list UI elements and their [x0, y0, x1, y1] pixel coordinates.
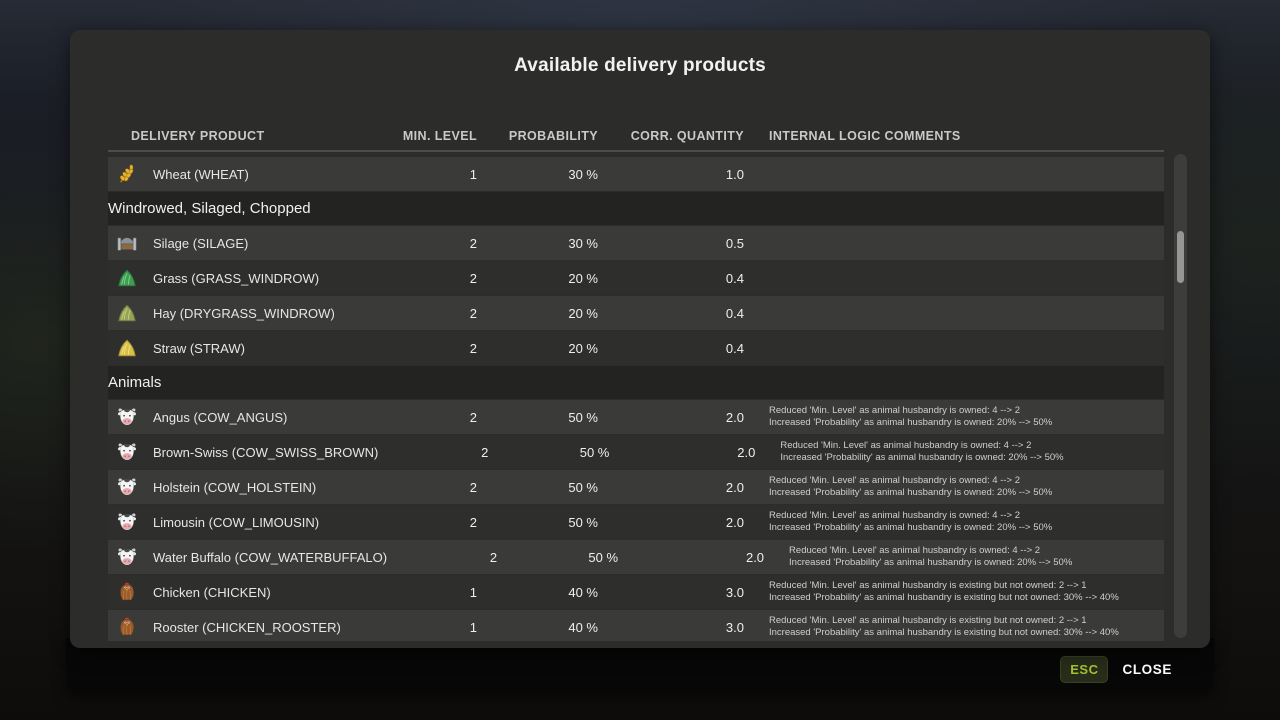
product-name: Rooster (CHICKEN_ROOSTER) [145, 620, 367, 635]
wheat-icon [115, 162, 139, 186]
corr-quantity-value: 2.0 [606, 515, 752, 530]
min-level-value: 2 [367, 271, 485, 286]
probability-value: 40 % [485, 620, 606, 635]
product-name: Holstein (COW_HOLSTEIN) [145, 480, 367, 495]
min-level-value: 2 [367, 236, 485, 251]
corr-quantity-value: 0.4 [606, 341, 752, 356]
hay-icon [115, 301, 139, 325]
chicken-icon [115, 580, 139, 604]
min-level-value: 2 [367, 341, 485, 356]
table-row: Limousin (COW_LIMOUSIN)250 %2.0Reduced '… [108, 505, 1164, 539]
cow-icon [115, 510, 139, 534]
product-name: Hay (DRYGRASS_WINDROW) [145, 306, 367, 321]
corr-quantity-value: 0.4 [606, 306, 752, 321]
table-section-header: Windrowed, Silaged, Chopped [108, 192, 1164, 225]
delivery-products-table: DELIVERY PRODUCT MIN. LEVEL PROBABILITY … [108, 122, 1164, 641]
min-level-value: 1 [367, 585, 485, 600]
product-name: Limousin (COW_LIMOUSIN) [145, 515, 367, 530]
min-level-value: 1 [367, 620, 485, 635]
col-header-probability: PROBABILITY [485, 129, 606, 143]
probability-value: 20 % [485, 306, 606, 321]
product-name: Brown-Swiss (COW_SWISS_BROWN) [145, 445, 378, 460]
col-header-min-level: MIN. LEVEL [367, 129, 485, 143]
corr-quantity-value: 3.0 [606, 620, 752, 635]
product-name: Wheat (WHEAT) [145, 167, 367, 182]
min-level-value: 2 [367, 306, 485, 321]
straw-icon [115, 336, 139, 360]
probability-value: 50 % [485, 515, 606, 530]
internal-logic-comments: Reduced 'Min. Level' as animal husbandry… [752, 405, 1164, 429]
col-header-corr-quantity: CORR. QUANTITY [606, 129, 752, 143]
table-row: Grass (GRASS_WINDROW)220 %0.4 [108, 261, 1164, 295]
table-row: Silage (SILAGE)230 %0.5 [108, 226, 1164, 260]
cow-icon [115, 545, 139, 569]
table-row: Water Buffalo (COW_WATERBUFFALO)250 %2.0… [108, 540, 1164, 574]
min-level-value: 2 [367, 410, 485, 425]
esc-shortcut-button[interactable]: ESC [1060, 656, 1108, 683]
cow-icon [115, 475, 139, 499]
probability-value: 30 % [485, 167, 606, 182]
product-name: Grass (GRASS_WINDROW) [145, 271, 367, 286]
product-name: Chicken (CHICKEN) [145, 585, 367, 600]
probability-value: 40 % [485, 585, 606, 600]
scrollbar-track[interactable] [1174, 154, 1187, 638]
table-row: Holstein (COW_HOLSTEIN)250 %2.0Reduced '… [108, 470, 1164, 504]
internal-logic-comments: Reduced 'Min. Level' as animal husbandry… [752, 580, 1164, 604]
product-name: Water Buffalo (COW_WATERBUFFALO) [145, 550, 387, 565]
table-rows-viewport: Wheat (WHEAT)130 %1.0Windrowed, Silaged,… [108, 157, 1164, 641]
corr-quantity-value: 0.5 [606, 236, 752, 251]
internal-logic-comments: Reduced 'Min. Level' as animal husbandry… [752, 475, 1164, 499]
table-row: Straw (STRAW)220 %0.4 [108, 331, 1164, 365]
scrollbar-thumb[interactable] [1177, 231, 1184, 283]
table-row: Chicken (CHICKEN)140 %3.0Reduced 'Min. L… [108, 575, 1164, 609]
min-level-value: 2 [367, 515, 485, 530]
grass-icon [115, 266, 139, 290]
corr-quantity-value: 2.0 [617, 445, 763, 460]
corr-quantity-value: 2.0 [606, 410, 752, 425]
table-section-header: Animals [108, 366, 1164, 399]
product-name: Straw (STRAW) [145, 341, 367, 356]
probability-value: 50 % [505, 550, 626, 565]
table-header-row: DELIVERY PRODUCT MIN. LEVEL PROBABILITY … [108, 122, 1164, 152]
corr-quantity-value: 1.0 [606, 167, 752, 182]
internal-logic-comments: Reduced 'Min. Level' as animal husbandry… [772, 545, 1164, 569]
cow-icon [115, 440, 139, 464]
internal-logic-comments: Reduced 'Min. Level' as animal husbandry… [752, 615, 1164, 639]
product-name: Angus (COW_ANGUS) [145, 410, 367, 425]
available-delivery-products-dialog: Available delivery products DELIVERY PRO… [66, 30, 1214, 691]
corr-quantity-value: 3.0 [606, 585, 752, 600]
min-level-value: 2 [378, 445, 496, 460]
probability-value: 50 % [485, 480, 606, 495]
internal-logic-comments: Reduced 'Min. Level' as animal husbandry… [752, 510, 1164, 534]
table-row: Rooster (CHICKEN_ROOSTER)140 %3.0Reduced… [108, 610, 1164, 641]
table-row: Hay (DRYGRASS_WINDROW)220 %0.4 [108, 296, 1164, 330]
probability-value: 50 % [485, 410, 606, 425]
close-button[interactable]: CLOSE [1122, 662, 1172, 677]
probability-value: 20 % [485, 271, 606, 286]
cow-icon [115, 405, 139, 429]
chicken-icon [115, 615, 139, 639]
table-row: Wheat (WHEAT)130 %1.0 [108, 157, 1164, 191]
min-level-value: 2 [387, 550, 505, 565]
page-title: Available delivery products [70, 30, 1210, 77]
silage-icon [115, 231, 139, 255]
corr-quantity-value: 2.0 [606, 480, 752, 495]
table-row: Brown-Swiss (COW_SWISS_BROWN)250 %2.0Red… [108, 435, 1164, 469]
dialog-panel: Available delivery products DELIVERY PRO… [70, 30, 1210, 648]
product-name: Silage (SILAGE) [145, 236, 367, 251]
corr-quantity-value: 0.4 [606, 271, 752, 286]
min-level-value: 1 [367, 167, 485, 182]
probability-value: 30 % [485, 236, 606, 251]
table-row: Angus (COW_ANGUS)250 %2.0Reduced 'Min. L… [108, 400, 1164, 434]
min-level-value: 2 [367, 480, 485, 495]
probability-value: 50 % [496, 445, 617, 460]
corr-quantity-value: 2.0 [626, 550, 772, 565]
internal-logic-comments: Reduced 'Min. Level' as animal husbandry… [763, 440, 1164, 464]
col-header-delivery-product: DELIVERY PRODUCT [108, 129, 367, 143]
col-header-internal-logic-comments: INTERNAL LOGIC COMMENTS [752, 129, 1164, 143]
probability-value: 20 % [485, 341, 606, 356]
